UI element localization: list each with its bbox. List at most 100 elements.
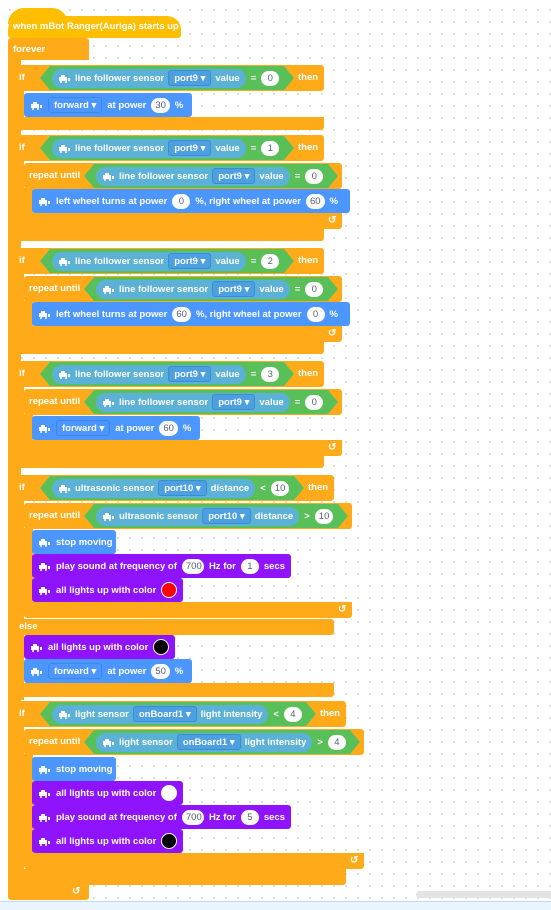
less-than-operator-5[interactable]: ultrasonic sensor port10 ▾ distance < 10 xyxy=(40,476,304,500)
wheels-block[interactable]: left wheel turns at power 60 %, right wh… xyxy=(32,302,350,326)
until-condition-5[interactable]: ultrasonic sensor port10 ▾ distance > 10 xyxy=(84,504,348,528)
repeat-until-label: repeat until xyxy=(29,396,81,407)
color-picker[interactable] xyxy=(153,639,169,655)
direction-dropdown[interactable]: forward ▾ xyxy=(48,97,103,113)
port-dropdown[interactable]: port10 ▾ xyxy=(158,480,206,496)
sensor-label: line follower sensor xyxy=(75,255,165,267)
operator-symbol: < xyxy=(273,708,279,720)
if-arm xyxy=(14,726,24,886)
color-picker[interactable] xyxy=(161,582,177,598)
equals-operator-4[interactable]: line follower sensor port9 ▾ value = 3 xyxy=(40,362,294,386)
duration-input[interactable]: 5 xyxy=(240,809,259,825)
lights-block[interactable]: all lights up with color xyxy=(24,635,175,659)
equals-operator-1[interactable]: line follower sensor port9 ▾ value = 0 xyxy=(40,66,294,90)
line-follower-reporter[interactable]: line follower sensor port9 ▾ value xyxy=(96,167,290,186)
power-input[interactable]: 60 xyxy=(159,420,178,436)
port-dropdown[interactable]: port9 ▾ xyxy=(212,394,255,410)
frequency-input[interactable]: 700 xyxy=(181,809,204,825)
until-condition-2[interactable]: line follower sensor port9 ▾ value = 0 xyxy=(84,164,338,188)
right-power-input[interactable]: 0 xyxy=(306,306,325,322)
percent-label: % xyxy=(182,422,192,434)
forever-block[interactable]: forever xyxy=(8,38,89,60)
direction-dropdown[interactable]: forward ▾ xyxy=(48,663,103,679)
field-label: value xyxy=(259,283,284,295)
less-than-operator-6[interactable]: light sensor onBoard1 ▾ light intensity … xyxy=(40,702,316,726)
port-dropdown[interactable]: port10 ▾ xyxy=(202,508,250,524)
line-follower-reporter[interactable]: line follower sensor port9 ▾ value xyxy=(52,69,246,88)
port-dropdown[interactable]: port9 ▾ xyxy=(168,253,211,269)
if-footer xyxy=(14,869,346,885)
compare-value-input[interactable]: 4 xyxy=(328,735,346,750)
port-dropdown[interactable]: port9 ▾ xyxy=(212,281,255,297)
move-block[interactable]: forward ▾ at power 60 % xyxy=(32,416,200,440)
color-picker[interactable] xyxy=(161,833,177,849)
color-picker[interactable] xyxy=(161,785,177,801)
line-follower-reporter[interactable]: line follower sensor port9 ▾ value xyxy=(52,139,246,158)
direction-dropdown[interactable]: forward ▾ xyxy=(56,420,111,436)
compare-value-input[interactable]: 0 xyxy=(305,395,323,410)
port-dropdown[interactable]: port9 ▾ xyxy=(212,168,255,184)
equals-operator-3[interactable]: line follower sensor port9 ▾ value = 2 xyxy=(40,249,294,273)
compare-value-input[interactable]: 0 xyxy=(261,71,279,86)
compare-value-input[interactable]: 0 xyxy=(305,169,323,184)
play-sound-block[interactable]: play sound at frequency of 700 Hz for 1 … xyxy=(32,554,291,578)
then-label: then xyxy=(298,72,319,83)
play-sound-block[interactable]: play sound at frequency of 700 Hz for 5 … xyxy=(32,805,291,829)
left-power-input[interactable]: 0 xyxy=(172,193,191,209)
ultrasonic-reporter[interactable]: ultrasonic sensor port10 ▾ distance xyxy=(52,479,255,498)
lights-block[interactable]: all lights up with color xyxy=(32,781,183,805)
compare-value-input[interactable]: 0 xyxy=(305,282,323,297)
light-sensor-reporter[interactable]: light sensor onBoard1 ▾ light intensity xyxy=(96,733,312,752)
operator-symbol: = xyxy=(294,396,301,408)
compare-value-input[interactable]: 1 xyxy=(261,141,279,156)
right-power-input[interactable]: 60 xyxy=(305,193,325,209)
stop-moving-block[interactable]: stop moving xyxy=(32,757,116,781)
stop-moving-label: stop moving xyxy=(56,536,113,548)
port-dropdown[interactable]: onBoard1 ▾ xyxy=(177,734,241,750)
lights-block[interactable]: all lights up with color xyxy=(32,829,183,853)
ultrasonic-reporter[interactable]: ultrasonic sensor port10 ▾ distance xyxy=(96,507,299,526)
compare-value-input[interactable]: 4 xyxy=(284,707,302,722)
move-block[interactable]: forward ▾ at power 50 % xyxy=(24,659,192,683)
when-starts-up-block[interactable]: when mBot Ranger(Auriga) starts up xyxy=(8,16,181,38)
line-follower-reporter[interactable]: line follower sensor port9 ▾ value xyxy=(52,252,246,271)
at-power-label: at power xyxy=(107,665,147,677)
compare-value-input[interactable]: 10 xyxy=(315,509,334,524)
horizontal-scrollbar[interactable] xyxy=(416,891,551,898)
light-sensor-reporter[interactable]: light sensor onBoard1 ▾ light intensity xyxy=(52,705,268,724)
port-dropdown[interactable]: port9 ▾ xyxy=(168,70,211,86)
if-footer xyxy=(14,342,324,354)
lights-label: all lights up with color xyxy=(56,835,157,847)
compare-value-input[interactable]: 3 xyxy=(261,367,279,382)
line-follower-reporter[interactable]: line follower sensor port9 ▾ value xyxy=(96,280,290,299)
hz-for-label: Hz for xyxy=(208,560,236,572)
line-follower-reporter[interactable]: line follower sensor port9 ▾ value xyxy=(52,365,246,384)
left-power-input[interactable]: 60 xyxy=(172,306,191,322)
until-condition-3[interactable]: line follower sensor port9 ▾ value = 0 xyxy=(84,277,338,301)
port-dropdown[interactable]: port9 ▾ xyxy=(168,366,211,382)
until-condition-4[interactable]: line follower sensor port9 ▾ value = 0 xyxy=(84,390,338,414)
if-arm xyxy=(14,160,24,240)
power-input[interactable]: 30 xyxy=(151,97,170,113)
wheels-block[interactable]: left wheel turns at power 0 %, right whe… xyxy=(32,189,350,213)
if-arm xyxy=(14,90,24,120)
repeat-until-label: repeat until xyxy=(29,510,81,521)
equals-operator-2[interactable]: line follower sensor port9 ▾ value = 1 xyxy=(40,136,294,160)
repeat-footer: ↺ xyxy=(24,853,364,869)
duration-input[interactable]: 1 xyxy=(240,558,259,574)
compare-value-input[interactable]: 2 xyxy=(261,254,279,269)
line-follower-reporter[interactable]: line follower sensor port9 ▾ value xyxy=(96,393,290,412)
until-condition-6[interactable]: light sensor onBoard1 ▾ light intensity … xyxy=(84,730,360,754)
port-dropdown[interactable]: port9 ▾ xyxy=(168,140,211,156)
robot-icon xyxy=(30,101,43,110)
compare-value-input[interactable]: 10 xyxy=(271,481,290,496)
power-input[interactable]: 50 xyxy=(151,663,170,679)
lights-block[interactable]: all lights up with color xyxy=(32,578,183,602)
frequency-input[interactable]: 700 xyxy=(181,558,204,574)
move-block[interactable]: forward ▾ at power 30 % xyxy=(24,93,192,117)
loop-arrow-icon: ↺ xyxy=(328,215,337,226)
robot-icon xyxy=(58,370,71,379)
field-label: value xyxy=(215,255,240,267)
stop-moving-block[interactable]: stop moving xyxy=(32,530,116,554)
port-dropdown[interactable]: onBoard1 ▾ xyxy=(133,706,197,722)
